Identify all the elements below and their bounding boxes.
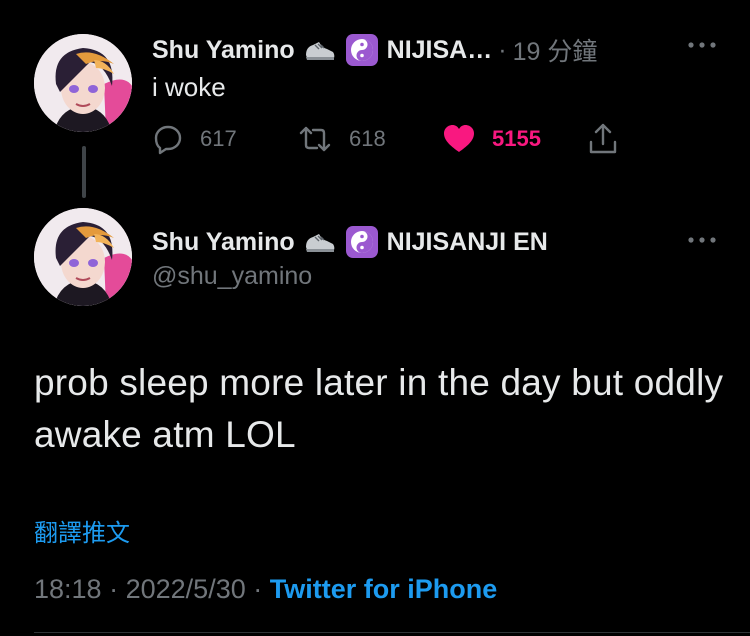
more-icon[interactable] <box>682 228 722 252</box>
retweet-button[interactable]: 618 <box>297 122 386 156</box>
like-button[interactable]: 5155 <box>442 122 541 156</box>
translate-tweet-link[interactable]: 翻譯推文 <box>34 513 130 548</box>
tweet-time: 18:18 <box>34 574 102 604</box>
tweet-text: i woke <box>152 72 226 102</box>
reply-count: 617 <box>200 126 237 151</box>
divider <box>34 632 750 633</box>
display-name[interactable]: Shu Yamino <box>152 36 295 65</box>
share-icon <box>589 123 617 154</box>
sneaker-icon <box>303 33 337 67</box>
like-count: 5155 <box>492 126 541 151</box>
user-handle[interactable]: @shu_yamino <box>152 262 312 291</box>
share-button[interactable] <box>586 122 620 156</box>
sneaker-icon <box>303 225 337 259</box>
affiliation-name[interactable]: NIJISA… <box>387 36 493 65</box>
tweet-source-link[interactable]: Twitter for iPhone <box>270 574 498 604</box>
tweet-metadata: 18:18 · 2022/5/30 · Twitter for iPhone <box>34 574 497 605</box>
avatar[interactable] <box>34 208 132 306</box>
reply-button[interactable]: 617 <box>152 122 237 156</box>
tweet-date: 2022/5/30 <box>125 574 246 604</box>
tweet-text: prob sleep more later in the day but odd… <box>34 362 724 455</box>
yin-yang-icon <box>345 33 379 67</box>
affiliation-name[interactable]: NIJISANJI EN <box>387 228 548 257</box>
thread-line <box>82 146 86 198</box>
heart-icon <box>444 125 474 152</box>
main-header: Shu Yamino NIJISANJI EN <box>152 225 548 259</box>
reply-icon <box>154 125 182 155</box>
separator: · <box>109 574 119 604</box>
reply-header: Shu Yamino NIJISA… · 19 分鐘 <box>152 32 597 68</box>
timestamp[interactable]: 19 分鐘 <box>513 32 598 68</box>
avatar[interactable] <box>34 34 132 132</box>
more-icon[interactable] <box>682 33 722 57</box>
display-name[interactable]: Shu Yamino <box>152 228 295 257</box>
retweet-icon <box>299 126 331 152</box>
yin-yang-icon <box>345 225 379 259</box>
separator: · <box>253 574 263 604</box>
separator: · <box>498 35 507 64</box>
retweet-count: 618 <box>349 126 386 151</box>
